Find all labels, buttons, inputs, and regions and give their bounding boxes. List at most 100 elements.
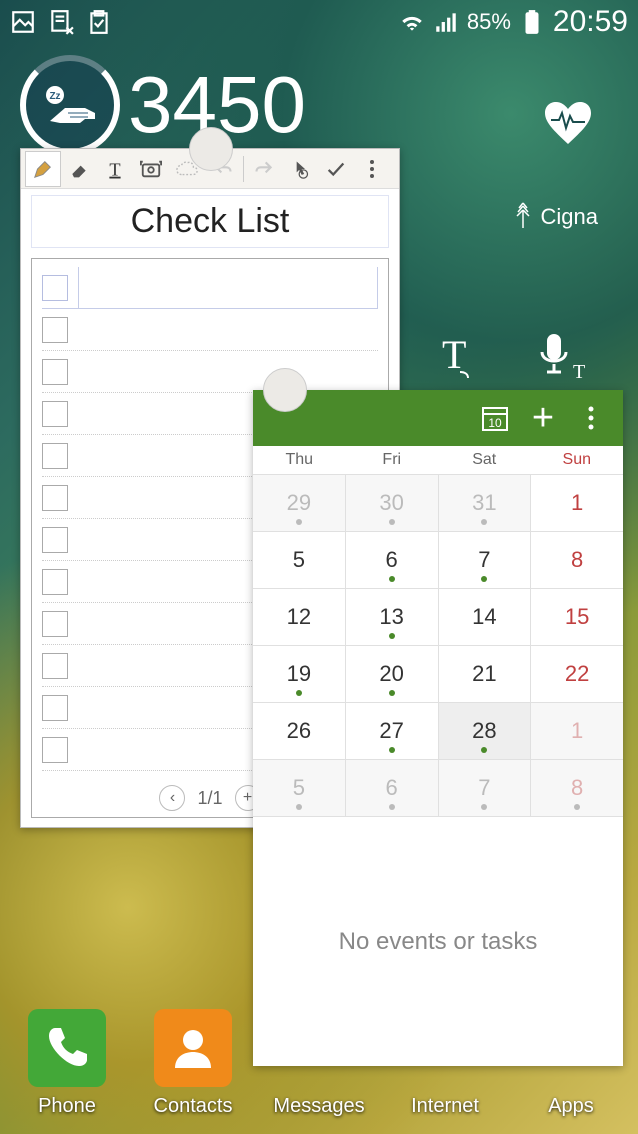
calendar-day-cell[interactable]: 31	[439, 474, 532, 531]
app-dock: Phone Contacts Messages Internet Apps	[0, 988, 638, 1118]
dock-label: Internet	[411, 1095, 479, 1118]
calendar-day-cell[interactable]: 28	[439, 702, 532, 759]
calendar-day-cell[interactable]: 1	[531, 702, 623, 759]
calendar-day-cell[interactable]: 6	[346, 531, 439, 588]
signal-icon	[433, 9, 459, 35]
pointer-button[interactable]	[282, 151, 318, 187]
checkbox[interactable]	[42, 443, 68, 469]
event-dot-icon	[481, 576, 487, 582]
checkbox[interactable]	[42, 401, 68, 427]
checklist-row[interactable]	[42, 267, 378, 309]
event-dot-icon	[389, 576, 395, 582]
battery-percent: 85%	[467, 9, 511, 35]
calendar-more-button[interactable]	[567, 394, 615, 442]
calendar-day-cell[interactable]: 15	[531, 588, 623, 645]
dock-item-internet[interactable]: Internet	[386, 1095, 504, 1118]
calendar-day-cell[interactable]: 19	[253, 645, 346, 702]
dock-item-apps[interactable]: Apps	[512, 1095, 630, 1118]
calendar-day-cell[interactable]: 5	[253, 759, 346, 816]
today-button[interactable]: 10	[471, 394, 519, 442]
more-menu-button[interactable]	[354, 151, 390, 187]
calendar-day-cell[interactable]: 21	[439, 645, 532, 702]
event-dot-icon	[389, 804, 395, 810]
clock-time: 20:59	[553, 5, 628, 39]
checkbox[interactable]	[42, 275, 68, 301]
event-dot-icon	[481, 519, 487, 525]
calendar-week: 2930311	[253, 474, 623, 531]
eraser-tool-button[interactable]	[61, 151, 97, 187]
checkbox[interactable]	[42, 359, 68, 385]
cigna-tree-icon	[511, 200, 535, 234]
calendar-week: 5678	[253, 531, 623, 588]
calendar-day-cell[interactable]: 14	[439, 588, 532, 645]
checkbox[interactable]	[42, 485, 68, 511]
calendar-grid[interactable]: 29303115678121314151920212226272815678	[253, 474, 623, 816]
document-sync-icon	[48, 9, 74, 35]
dock-label: Contacts	[154, 1095, 233, 1118]
calendar-day-headers: ThuFriSatSun	[253, 446, 623, 474]
svg-text:10: 10	[488, 416, 502, 430]
checkbox[interactable]	[42, 527, 68, 553]
checkbox[interactable]	[42, 611, 68, 637]
redo-button[interactable]	[246, 151, 282, 187]
calendar-day-cell[interactable]: 12	[253, 588, 346, 645]
calendar-day-cell[interactable]: 7	[439, 531, 532, 588]
prev-page-button[interactable]: ‹	[159, 785, 185, 811]
svg-text:T: T	[442, 332, 466, 377]
cigna-label: Cigna	[541, 204, 598, 230]
day-header: Sun	[531, 446, 624, 474]
cigna-button[interactable]: Cigna	[511, 200, 598, 234]
checkbox[interactable]	[42, 569, 68, 595]
heart-rate-icon[interactable]	[543, 100, 593, 151]
calendar-day-cell[interactable]: 29	[253, 474, 346, 531]
checklist-row[interactable]	[42, 309, 378, 351]
calendar-week: 12131415	[253, 588, 623, 645]
wifi-icon	[399, 9, 425, 35]
calendar-week: 5678	[253, 759, 623, 816]
svg-text:T: T	[573, 361, 585, 382]
pen-tool-button[interactable]	[25, 151, 61, 187]
checkbox[interactable]	[42, 695, 68, 721]
day-header: Thu	[253, 446, 346, 474]
svg-text:Zz: Zz	[49, 91, 60, 102]
calendar-header: 10 +	[253, 390, 623, 446]
checklist-row[interactable]	[42, 351, 378, 393]
popup-drag-handle[interactable]	[263, 368, 307, 412]
calendar-day-cell[interactable]: 26	[253, 702, 346, 759]
camera-button[interactable]	[133, 151, 169, 187]
checkbox[interactable]	[42, 317, 68, 343]
calendar-day-cell[interactable]: 20	[346, 645, 439, 702]
text-recognition-icon[interactable]: T	[420, 330, 472, 387]
note-title[interactable]: Check List	[31, 195, 389, 248]
calendar-day-cell[interactable]: 30	[346, 474, 439, 531]
gallery-icon	[10, 9, 36, 35]
checkbox[interactable]	[42, 653, 68, 679]
dock-item-messages[interactable]: Messages	[260, 1095, 378, 1118]
text-tool-button[interactable]: T	[97, 151, 133, 187]
checklist-text-line[interactable]	[78, 309, 378, 350]
calendar-day-cell[interactable]: 13	[346, 588, 439, 645]
pedometer-widget[interactable]: Zz 3450	[20, 55, 306, 155]
calendar-day-cell[interactable]: 5	[253, 531, 346, 588]
dock-item-phone[interactable]: Phone	[8, 1009, 126, 1118]
dock-label: Apps	[548, 1095, 594, 1118]
calendar-day-cell[interactable]: 27	[346, 702, 439, 759]
calendar-day-cell[interactable]: 8	[531, 531, 623, 588]
checklist-text-line[interactable]	[78, 351, 378, 392]
calendar-day-cell[interactable]: 8	[531, 759, 623, 816]
checklist-text-line[interactable]	[78, 267, 378, 308]
battery-icon	[519, 9, 545, 35]
add-event-button[interactable]: +	[519, 394, 567, 442]
calendar-day-cell[interactable]: 22	[531, 645, 623, 702]
checkbox[interactable]	[42, 737, 68, 763]
done-button[interactable]	[318, 151, 354, 187]
event-dot-icon	[389, 690, 395, 696]
calendar-day-cell[interactable]: 1	[531, 474, 623, 531]
calendar-day-cell[interactable]: 6	[346, 759, 439, 816]
calendar-popup[interactable]: 10 + ThuFriSatSun 2930311567812131415192…	[253, 390, 623, 1066]
popup-drag-handle[interactable]	[189, 127, 233, 171]
calendar-day-cell[interactable]: 7	[439, 759, 532, 816]
dock-item-contacts[interactable]: Contacts	[134, 1009, 252, 1118]
phone-icon	[28, 1009, 106, 1087]
voice-recognition-icon[interactable]: T	[535, 330, 585, 387]
